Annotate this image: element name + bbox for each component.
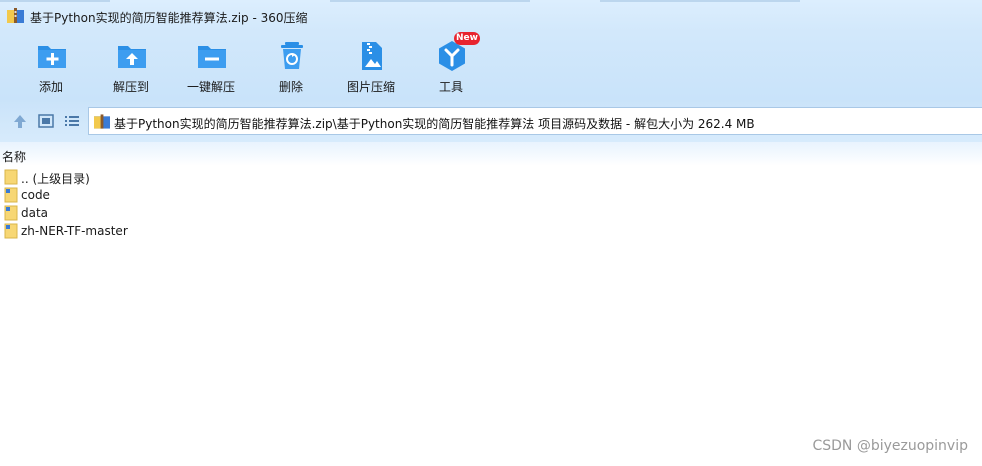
up-level-icon[interactable] bbox=[11, 112, 29, 130]
image-compress-button[interactable]: 图片压缩 bbox=[336, 38, 406, 98]
list-item-name: data bbox=[21, 206, 49, 220]
one-click-extract-icon bbox=[198, 46, 226, 68]
column-header: 名称 bbox=[0, 142, 982, 166]
title-bar: 基于Python实现的简历智能推荐算法.zip - 360压缩 bbox=[0, 0, 982, 32]
toolbar: 添加 解压到 一键解压 删除 图片压缩 工具 New bbox=[0, 32, 982, 100]
add-button[interactable]: 添加 bbox=[16, 38, 86, 98]
list-item-parent[interactable]: .. (上级目录) bbox=[0, 168, 300, 186]
new-badge: New bbox=[454, 32, 480, 45]
address-path: 基于Python实现的简历智能推荐算法.zip\基于Python实现的简历智能推… bbox=[114, 117, 755, 131]
title-bar-edge bbox=[600, 0, 800, 2]
image-compress-icon bbox=[362, 42, 382, 70]
address-bar[interactable]: 基于Python实现的简历智能推荐算法.zip\基于Python实现的简历智能推… bbox=[88, 107, 982, 135]
folder-icon bbox=[4, 187, 18, 203]
zip-file-icon bbox=[94, 114, 110, 129]
one-click-extract-label: 一键解压 bbox=[186, 80, 235, 94]
title-bar-edge bbox=[0, 0, 110, 2]
folder-icon bbox=[4, 223, 18, 239]
list-item-name: code bbox=[21, 188, 50, 202]
tools-button[interactable]: 工具 bbox=[416, 38, 486, 98]
tools-label: 工具 bbox=[438, 80, 463, 94]
list-item[interactable]: code bbox=[0, 186, 300, 204]
file-list: .. (上级目录) code data zh-NER-TF-master bbox=[0, 168, 982, 240]
image-compress-label: 图片压缩 bbox=[346, 80, 395, 94]
title-bar-edge bbox=[330, 0, 530, 2]
folder-icon bbox=[4, 205, 18, 221]
delete-button[interactable]: 删除 bbox=[256, 38, 326, 98]
address-row: 基于Python实现的简历智能推荐算法.zip\基于Python实现的简历智能推… bbox=[0, 100, 982, 142]
column-name-header[interactable]: 名称 bbox=[2, 148, 26, 165]
delete-label: 删除 bbox=[278, 80, 303, 94]
one-click-extract-button[interactable]: 一键解压 bbox=[176, 38, 246, 98]
zip-app-icon bbox=[7, 8, 24, 23]
add-icon bbox=[38, 46, 66, 68]
add-label: 添加 bbox=[38, 80, 63, 94]
list-item-name: zh-NER-TF-master bbox=[21, 224, 128, 238]
extract-to-icon bbox=[118, 46, 146, 68]
list-item[interactable]: zh-NER-TF-master bbox=[0, 222, 300, 240]
extract-to-button[interactable]: 解压到 bbox=[96, 38, 166, 98]
watermark: CSDN @biyezuopinvip bbox=[812, 438, 968, 454]
thumbnail-view-icon[interactable] bbox=[37, 112, 55, 130]
parent-folder-icon bbox=[4, 169, 18, 185]
list-item[interactable]: data bbox=[0, 204, 300, 222]
list-view-icon[interactable] bbox=[63, 112, 81, 130]
list-item-name: .. (上级目录) bbox=[21, 172, 90, 186]
window-title: 基于Python实现的简历智能推荐算法.zip - 360压缩 bbox=[30, 11, 308, 25]
extract-to-label: 解压到 bbox=[112, 80, 149, 94]
delete-icon bbox=[281, 42, 303, 69]
